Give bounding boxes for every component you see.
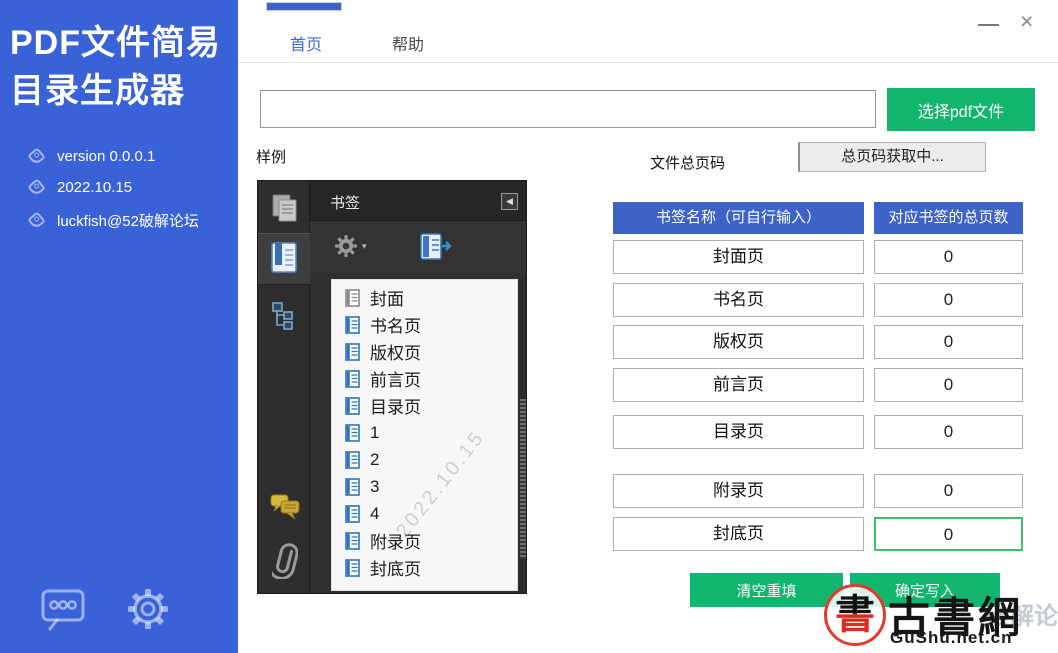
bookmark-name-input[interactable]: 封面页: [613, 240, 864, 274]
bookmark-name-input[interactable]: 目录页: [613, 415, 864, 449]
sidebar-bottom-bar: [0, 587, 238, 631]
clear-button[interactable]: 清空重填: [690, 573, 843, 607]
panel-header: 书签 ◀: [310, 181, 526, 221]
meta-date: 2022.10.15: [0, 172, 238, 203]
bookmark-item-label: 附录页: [370, 528, 421, 553]
bookmark-name-input[interactable]: 附录页: [613, 474, 864, 508]
tag-icon: [27, 212, 45, 230]
bookmark-pages-input[interactable]: 0: [874, 240, 1023, 274]
page-icon: [345, 316, 361, 334]
scrollbar-thumb[interactable]: [520, 399, 526, 559]
bookmark-pages-input[interactable]: 0: [874, 474, 1023, 508]
bookmark-pages-input[interactable]: 0: [874, 325, 1023, 359]
minimize-icon[interactable]: [978, 24, 999, 26]
bookmark-item-label: 封面: [370, 285, 404, 310]
panel-title: 书签: [330, 192, 360, 213]
page-icon: [345, 478, 361, 496]
meta-version: version 0.0.0.1: [0, 141, 238, 172]
app-title: PDF文件简易 目录生成器: [0, 0, 238, 115]
bookmarks-icon[interactable]: [270, 241, 300, 280]
bookmark-item-label: 1: [370, 423, 379, 443]
bookmark-name-input[interactable]: 封底页: [613, 517, 864, 551]
bookmark-item[interactable]: 封面: [345, 284, 517, 311]
select-pdf-button[interactable]: 选择pdf文件: [887, 88, 1035, 131]
page-icon: [345, 451, 361, 469]
sample-label: 样例: [256, 146, 286, 167]
panel-scrollbar[interactable]: [518, 279, 527, 591]
bookmark-name-input[interactable]: 前言页: [613, 368, 864, 402]
bookmark-item[interactable]: 2: [345, 446, 517, 473]
bookmark-item[interactable]: 1: [345, 419, 517, 446]
bookmark-item-label: 2: [370, 450, 379, 470]
bookmark-name-header: 书签名称（可自行输入）: [613, 202, 864, 234]
bookmark-pages-input[interactable]: 0: [874, 415, 1023, 449]
meta-version-label: version 0.0.0.1: [57, 148, 155, 165]
page-icon: [345, 343, 361, 361]
app-title-line2: 目录生成器: [10, 68, 226, 116]
bookmark-item-label: 4: [370, 504, 379, 524]
bookmark-item-label: 书名页: [370, 312, 421, 337]
tabbar-divider: [238, 62, 1058, 63]
pages-icon[interactable]: [271, 193, 299, 228]
bookmark-list: 封面 书名页 版权页 前言页 目录页: [331, 279, 518, 591]
bookmark-item[interactable]: 前言页: [345, 365, 517, 392]
sidebar-meta: version 0.0.0.1 2022.10.15 luckfish@52破解…: [0, 141, 238, 238]
bookmark-pages-input[interactable]: 0: [874, 283, 1023, 317]
tab-help[interactable]: 帮助: [392, 31, 424, 55]
bookmark-item[interactable]: 封底页: [345, 554, 517, 581]
panel-rail: [258, 181, 310, 593]
app-window: PDF文件简易 目录生成器 version 0.0.0.1 2022.10.15…: [0, 0, 1058, 653]
feedback-icon[interactable]: [40, 587, 86, 631]
total-pages-label: 文件总页码: [650, 152, 725, 173]
bookmark-item-label: 3: [370, 477, 379, 497]
bookmark-item-label: 前言页: [370, 366, 421, 391]
bookmark-item[interactable]: 3: [345, 473, 517, 500]
page-icon: [345, 505, 361, 523]
panel-toolbar: ▾: [310, 221, 526, 273]
bookmark-item-label: 目录页: [370, 393, 421, 418]
pdf-path-input[interactable]: [260, 90, 876, 128]
bookmark-item-label: 封底页: [370, 555, 421, 580]
bookmark-name-input[interactable]: 书名页: [613, 283, 864, 317]
tab-home[interactable]: 首页: [290, 31, 322, 55]
bookmark-item[interactable]: 附录页: [345, 527, 517, 554]
main-panel: 首页 帮助 × 选择pdf文件 样例 文件总页码 总页码获取中...: [238, 0, 1058, 653]
bookmark-options-button[interactable]: ▾: [334, 234, 367, 258]
close-icon[interactable]: ×: [1020, 10, 1033, 33]
export-bookmarks-icon[interactable]: [418, 232, 452, 267]
tag-icon: [27, 179, 45, 197]
app-title-line1: PDF文件简易: [10, 20, 226, 68]
bookmark-item[interactable]: 4: [345, 500, 517, 527]
page-icon: [345, 370, 361, 388]
confirm-write-button[interactable]: 确定写入: [850, 573, 1000, 607]
outline-tree-icon[interactable]: [271, 301, 299, 336]
bookmark-item[interactable]: 版权页: [345, 338, 517, 365]
bookmark-item[interactable]: 目录页: [345, 392, 517, 419]
tag-icon: [27, 148, 45, 166]
meta-author-label: luckfish@52破解论坛: [57, 210, 199, 231]
bookmark-pages-input[interactable]: 0: [874, 368, 1023, 402]
dropdown-caret-icon: ▾: [362, 241, 367, 252]
page-icon: [345, 532, 361, 550]
page-icon: [345, 289, 361, 307]
page-icon: [345, 559, 361, 577]
bookmark-name-input[interactable]: 版权页: [613, 325, 864, 359]
sidebar: PDF文件简易 目录生成器 version 0.0.0.1 2022.10.15…: [0, 0, 238, 653]
collapse-panel-icon[interactable]: ◀: [501, 193, 518, 210]
attachment-icon[interactable]: [272, 543, 298, 584]
page-icon: [345, 424, 361, 442]
active-tab-indicator: [266, 2, 342, 11]
bookmark-item-label: 版权页: [370, 339, 421, 364]
bookmark-item[interactable]: 书名页: [345, 311, 517, 338]
comments-icon[interactable]: [270, 493, 300, 526]
bookmark-pages-header: 对应书签的总页数: [874, 202, 1023, 234]
page-icon: [345, 397, 361, 415]
total-pages-status: 总页码获取中...: [798, 142, 986, 172]
settings-icon[interactable]: [126, 587, 170, 631]
sample-bookmark-panel: 书签 ◀: [257, 180, 527, 594]
meta-author: luckfish@52破解论坛: [0, 203, 238, 238]
gear-icon: [334, 234, 358, 258]
meta-date-label: 2022.10.15: [57, 179, 132, 196]
bookmark-pages-input-focused[interactable]: 0: [874, 517, 1023, 551]
